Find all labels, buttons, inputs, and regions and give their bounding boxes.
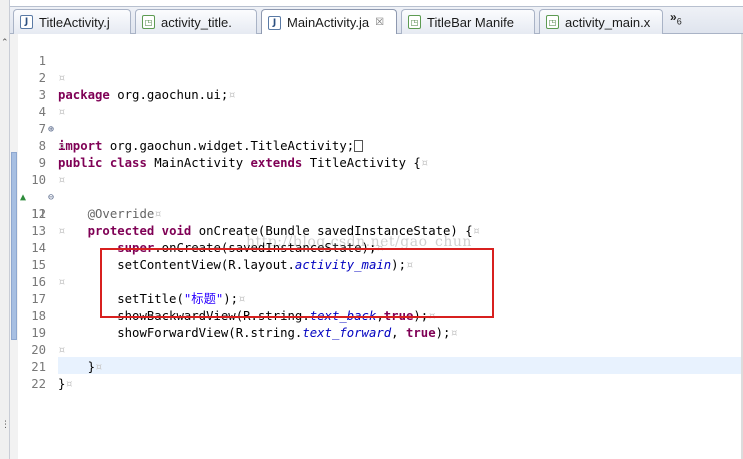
close-icon[interactable]: ☒	[375, 17, 384, 28]
tab-label: activity_title.	[161, 14, 232, 30]
code-line[interactable]: 3 ¤	[10, 70, 743, 119]
code-line[interactable]: 21 }¤	[10, 342, 743, 391]
code-line[interactable]: 13 super.onCreate(savedInstanceState);¤	[10, 206, 743, 255]
xml-file-icon: ◳	[408, 15, 421, 29]
code-editor[interactable]: 1 ¤ 2 package org.gaochun.ui;¤ 3 ¤ 4 ⊕ i…	[10, 34, 743, 459]
tab-bar-top-border	[10, 0, 743, 7]
java-file-icon: J	[20, 15, 33, 29]
tab-mainactivity-java[interactable]: J MainActivity.ja ☒	[261, 9, 397, 35]
xml-file-icon: ◳	[546, 15, 559, 29]
tab-overflow-button[interactable]: »6	[670, 10, 682, 26]
minimize-icon[interactable]: ⌃	[1, 38, 9, 48]
code-line[interactable]: 8 public class MainActivity extends Titl…	[10, 121, 743, 170]
tab-titleactivity-java[interactable]: J TitleActivity.j	[13, 9, 131, 34]
panel-handle-icon[interactable]: ⋮	[1, 420, 10, 430]
code-line[interactable]: ▲ 11 protected void onCreate(Bundle save…	[10, 172, 743, 238]
line-number: 22	[31, 377, 46, 391]
tab-label: TitleBar Manife	[427, 14, 514, 30]
java-file-icon: J	[268, 15, 281, 30]
annotation-highlight-box	[100, 248, 494, 318]
tab-activity-title-xml[interactable]: ◳ activity_title.	[135, 9, 257, 34]
chevron-double-right-icon: »	[670, 10, 677, 24]
code-line[interactable]: 2 package org.gaochun.ui;¤	[10, 53, 743, 102]
tab-label: TitleActivity.j	[39, 14, 110, 30]
tab-activity-main-xml[interactable]: ◳ activity_main.x	[539, 9, 663, 34]
editor-tab-bar: J TitleActivity.j ◳ activity_title. J Ma…	[10, 0, 743, 35]
code-line[interactable]: 22	[10, 359, 743, 391]
code-line[interactable]: 10 ⊖ @Override¤	[10, 155, 743, 221]
left-panel-strip[interactable]: ⌃ ⋮	[0, 0, 10, 459]
hidden-tab-count: 6	[676, 16, 682, 27]
code-line[interactable]: 4 ⊕ import org.gaochun.widget.TitleActiv…	[10, 87, 743, 153]
xml-file-icon: ◳	[142, 15, 155, 29]
code-line[interactable]: 9 ¤	[10, 138, 743, 187]
tab-titlebar-manifest[interactable]: ◳ TitleBar Manife	[401, 9, 535, 34]
tab-label: activity_main.x	[565, 14, 651, 30]
code-line[interactable]: 1 ¤	[10, 36, 743, 85]
code-line[interactable]: 20 }¤	[10, 325, 743, 374]
code-line[interactable]: 12 ¤	[10, 189, 743, 238]
code-line[interactable]: 7 ¤	[10, 104, 743, 153]
tab-label: MainActivity.ja	[287, 15, 370, 30]
